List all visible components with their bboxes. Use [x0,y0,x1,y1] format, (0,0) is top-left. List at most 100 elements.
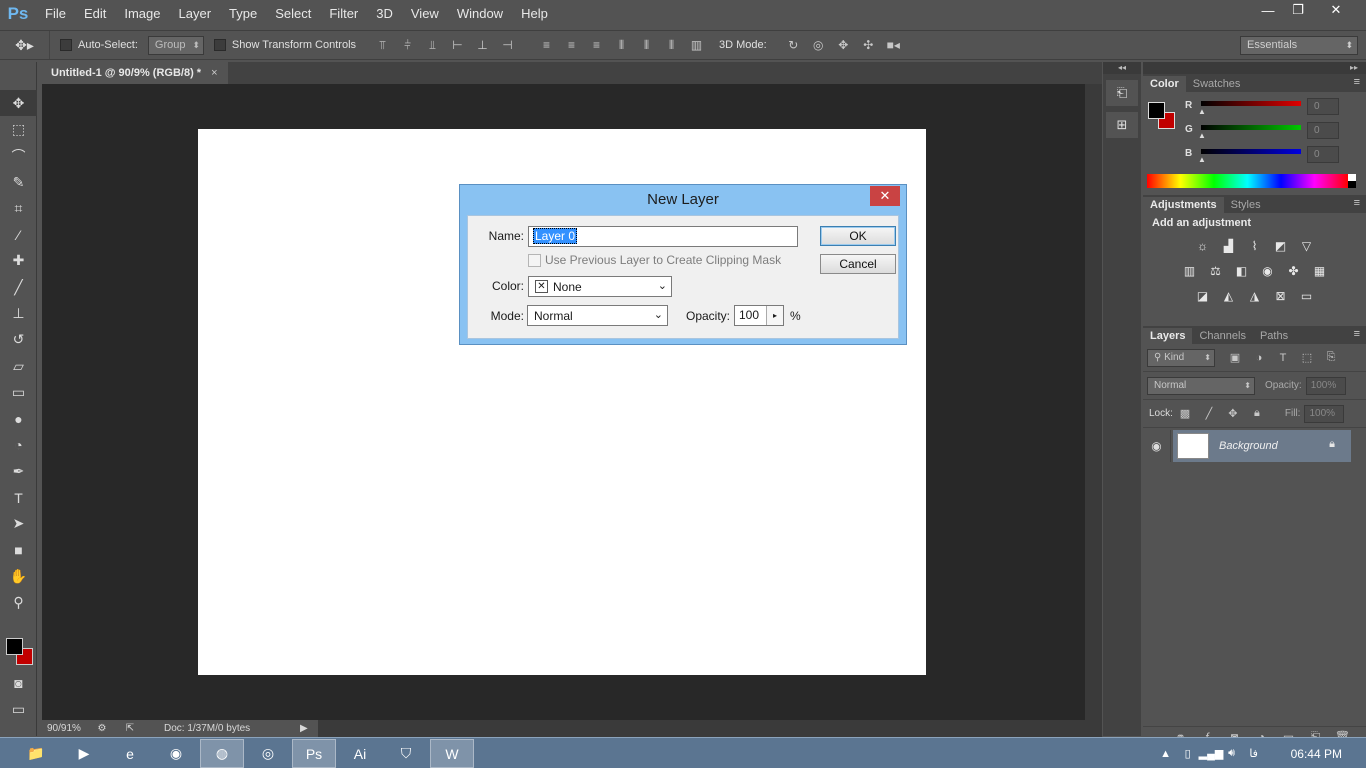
close-tab-icon[interactable]: × [211,67,217,79]
tab-layers[interactable]: Layers [1143,328,1193,344]
taskbar-blender-icon[interactable]: ◎ [246,739,290,768]
align-hcenter-icon[interactable]: ⊥ [470,35,495,55]
taskbar-photoshop-icon[interactable]: Ps [292,739,336,768]
quick-selection-tool-icon[interactable]: ✎ [0,169,37,195]
close-window-button[interactable]: ✕ [1314,0,1358,20]
levels-icon[interactable]: ▟ [1217,238,1241,254]
selective-color-icon[interactable]: ⊠ [1269,288,1293,304]
input-language[interactable]: فا [1243,747,1265,760]
posterize-icon[interactable]: ◭ [1217,288,1241,304]
menu-3d[interactable]: 3D [367,0,402,28]
layer-row[interactable]: Background 🔒︎ [1173,430,1351,462]
name-input[interactable]: Layer 0 [528,226,798,247]
3d-slide-icon[interactable]: ✣ [856,35,881,55]
align-vcenter-icon[interactable]: ⫩ [395,35,420,55]
menu-edit[interactable]: Edit [75,0,115,28]
clipping-mask-checkbox[interactable]: Use Previous Layer to Create Clipping Ma… [528,253,781,267]
align-bottom-icon[interactable]: ⫫ [420,35,445,55]
slider-g-thumb-icon[interactable]: ▲ [1198,131,1206,140]
panel-menu-icon[interactable]: ≡ [1354,197,1360,209]
opacity-input[interactable]: 100 ▸ [734,305,784,326]
distribute-bottom-icon[interactable]: ≡ [584,35,609,55]
properties-panel-icon[interactable]: ⊞ [1106,112,1138,138]
layer-background[interactable]: ◉ Background 🔒︎ [1143,430,1366,462]
taskbar-shield-icon[interactable]: ⛉ [384,739,428,768]
panels-collapse-icon[interactable]: ▸▸ [1143,62,1366,74]
tab-channels[interactable]: Channels [1192,328,1252,344]
type-tool-icon[interactable]: T [0,484,37,510]
auto-select-dropdown[interactable]: Group [147,35,204,55]
layers-filter-dropdown[interactable]: ⚲ Kind [1147,348,1215,367]
3d-drag-icon[interactable]: ✥ [831,35,856,55]
distribute-hcenter-icon[interactable]: ⦀ [634,35,659,55]
menu-select[interactable]: Select [266,0,320,28]
tab-paths[interactable]: Paths [1253,328,1295,344]
signal-icon[interactable]: ▂▄▆ [1199,747,1224,760]
tab-adjustments[interactable]: Adjustments [1143,197,1224,213]
lock-pixels-icon[interactable]: ╱ [1197,407,1221,420]
lasso-tool-icon[interactable]: ⌒ [0,143,37,169]
menu-window[interactable]: Window [448,0,512,28]
document-tab[interactable]: Untitled-1 @ 90/9% (RGB/8) * × [42,62,228,84]
gradient-map-icon[interactable]: ▭ [1295,288,1319,304]
workspace-dropdown[interactable]: Essentials [1240,36,1358,55]
vertical-scrollbar[interactable] [1085,84,1102,720]
distribute-left-icon[interactable]: ⦀ [609,35,634,55]
crop-tool-icon[interactable]: ⌗ [0,195,37,221]
3d-rotate-icon[interactable]: ↻ [781,35,806,55]
clock[interactable]: 06:44 PM [1291,747,1342,761]
photo-filter-icon[interactable]: ◉ [1256,263,1280,279]
filter-smart-object-icon[interactable]: ⎘ [1319,351,1343,364]
tab-color[interactable]: Color [1143,76,1186,92]
threshold-icon[interactable]: ◮ [1243,288,1267,304]
strip-collapse-icon[interactable]: ◂◂ [1103,62,1141,74]
tray-expand-icon[interactable]: ▲ [1155,748,1177,760]
rectangle-tool-icon[interactable]: ■ [0,537,37,563]
eyedropper-tool-icon[interactable]: ⁄ [0,221,37,247]
exposure-icon[interactable]: ◩ [1269,238,1293,254]
menu-help[interactable]: Help [512,0,557,28]
gradient-tool-icon[interactable]: ▭ [0,379,37,405]
status-export-icon[interactable]: ⇱ [116,723,144,734]
blend-mode-dropdown[interactable]: Normal [1147,376,1255,395]
path-selection-tool-icon[interactable]: ➤ [0,511,37,537]
brightness-contrast-icon[interactable]: ☼ [1191,238,1215,254]
healing-brush-tool-icon[interactable]: ✚ [0,248,37,274]
color-spectrum[interactable] [1147,174,1348,188]
eye-icon[interactable]: ◉ [1143,430,1171,462]
transform-controls-checkbox[interactable] [213,39,226,51]
tab-styles[interactable]: Styles [1224,197,1268,213]
eraser-tool-icon[interactable]: ▱ [0,353,37,379]
align-top-icon[interactable]: ⫪ [370,35,395,55]
mode-dropdown[interactable]: Normal ⌄ [527,305,668,326]
screen-mode-icon[interactable]: ▭ [0,696,37,722]
color-spectrum-bw[interactable] [1348,174,1356,188]
align-right-icon[interactable]: ⊣ [495,35,520,55]
color-foreground-swatch[interactable] [1148,102,1165,119]
distribute-top-icon[interactable]: ≡ [534,35,559,55]
opacity-field[interactable]: 100% [1305,376,1346,395]
clone-stamp-tool-icon[interactable]: ⊥ [0,300,37,326]
blur-tool-icon[interactable]: ● [0,406,37,432]
layer-name[interactable]: Background [1219,440,1278,452]
panel-menu-icon[interactable]: ≡ [1354,328,1360,340]
battery-icon[interactable]: ▯ [1177,747,1199,760]
auto-select-checkbox[interactable] [60,39,72,51]
history-brush-tool-icon[interactable]: ↺ [0,327,37,353]
ok-button[interactable]: OK [820,226,896,246]
tab-swatches[interactable]: Swatches [1186,76,1248,92]
slider-g-value[interactable]: 0 [1307,122,1339,139]
restore-button[interactable]: ❐ [1284,0,1312,20]
menu-image[interactable]: Image [115,0,169,28]
zoom-level[interactable]: 90/91% [42,723,88,734]
align-left-icon[interactable]: ⊢ [445,35,470,55]
invert-icon[interactable]: ◪ [1191,288,1215,304]
taskbar-internet-explorer-icon[interactable]: e [108,739,152,768]
pen-tool-icon[interactable]: ✒ [0,458,37,484]
3d-scale-icon[interactable]: ■◂ [881,35,906,55]
filter-shape-icon[interactable]: ⬚ [1295,351,1319,364]
foreground-color-swatch[interactable] [6,638,23,655]
menu-layer[interactable]: Layer [170,0,221,28]
vibrance-icon[interactable]: ▽ [1295,238,1319,254]
brush-tool-icon[interactable]: ╱ [0,274,37,300]
